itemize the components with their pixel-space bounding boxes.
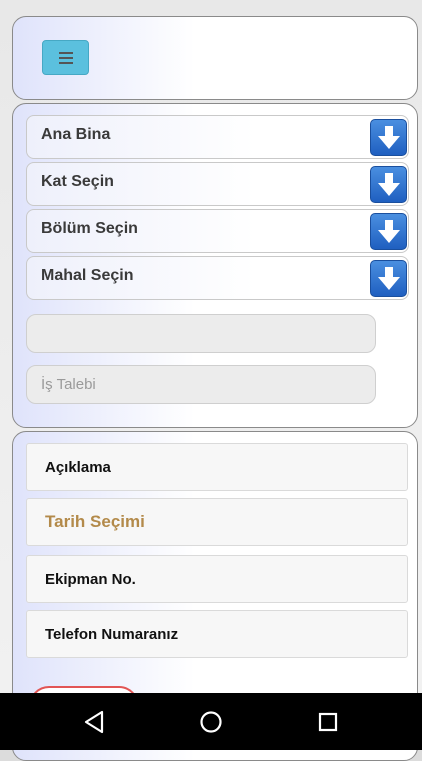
description-label: Açıklama <box>45 459 111 476</box>
select-section-label: Bölüm Seçin <box>41 220 138 237</box>
select-room[interactable]: Mahal Seçin <box>26 256 409 300</box>
work-request-input[interactable] <box>26 365 376 404</box>
menu-button[interactable] <box>42 40 89 75</box>
select-floor-arrow-button[interactable] <box>370 166 407 203</box>
select-building-arrow-button[interactable] <box>370 119 407 156</box>
select-room-label: Mahal Seçin <box>41 267 134 284</box>
arrow-down-icon <box>378 220 400 243</box>
android-nav-bar <box>0 693 422 750</box>
equipment-number-field[interactable]: Ekipman No. <box>26 555 408 603</box>
blank-input[interactable] <box>26 314 376 353</box>
select-building[interactable]: Ana Bina <box>26 115 409 159</box>
app-screen: Ana Bina Kat Seçin Bölüm Seçin Mahal Seç… <box>0 0 422 761</box>
description-field[interactable]: Açıklama <box>26 443 408 491</box>
arrow-down-icon <box>378 267 400 290</box>
date-picker-field[interactable]: Tarih Seçimi <box>26 498 408 546</box>
date-picker-label: Tarih Seçimi <box>45 512 145 531</box>
phone-number-label: Telefon Numaranız <box>45 626 179 643</box>
location-select-card: Ana Bina Kat Seçin Bölüm Seçin Mahal Seç… <box>12 103 418 428</box>
select-floor-label: Kat Seçin <box>41 173 114 190</box>
hamburger-icon <box>58 51 73 54</box>
select-section[interactable]: Bölüm Seçin <box>26 209 409 253</box>
phone-number-field[interactable]: Telefon Numaranız <box>26 610 408 658</box>
select-floor[interactable]: Kat Seçin <box>26 162 409 206</box>
header-card <box>12 16 418 100</box>
home-circle-icon[interactable] <box>198 709 224 735</box>
select-building-label: Ana Bina <box>41 126 111 143</box>
select-section-arrow-button[interactable] <box>370 213 407 250</box>
recents-square-icon[interactable] <box>315 709 341 735</box>
arrow-down-icon <box>378 126 400 149</box>
select-room-arrow-button[interactable] <box>370 260 407 297</box>
arrow-down-icon <box>378 173 400 196</box>
equipment-number-label: Ekipman No. <box>45 571 136 588</box>
back-triangle-icon[interactable] <box>82 709 108 735</box>
